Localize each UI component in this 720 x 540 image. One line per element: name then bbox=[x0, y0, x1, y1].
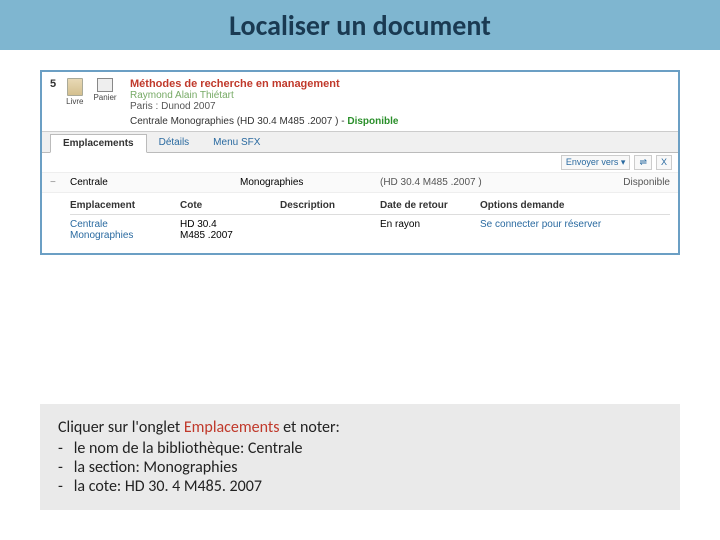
title-bar: Localiser un document bbox=[0, 0, 720, 50]
instruction-list: le nom de la bibliothèque: Centrale la s… bbox=[58, 439, 662, 496]
holdings-prefix: Centrale Monographies (HD 30.4 M485 .200… bbox=[130, 116, 347, 127]
instruction-line1: Cliquer sur l'onglet Emplacements et not… bbox=[58, 418, 662, 437]
cote-line1: HD 30.4 bbox=[180, 219, 217, 230]
emp-line1: Centrale bbox=[70, 219, 108, 230]
chevron-down-icon: ▾ bbox=[621, 157, 626, 167]
close-icon[interactable]: X bbox=[656, 155, 672, 170]
th-description: Description bbox=[280, 200, 380, 211]
td-date: En rayon bbox=[380, 219, 480, 241]
search-result-row: 5 Livre Panier Méthodes de recherche en … bbox=[42, 72, 678, 131]
send-row: Envoyer vers ▾ ⇌ X bbox=[42, 153, 678, 173]
loc-library: Centrale bbox=[70, 177, 240, 188]
instr-bullet-3: la cote: HD 30. 4 M485. 2007 bbox=[58, 477, 662, 496]
send-to-button[interactable]: Envoyer vers ▾ bbox=[561, 155, 631, 170]
emp-line2: Monographies bbox=[70, 230, 133, 241]
result-number: 5 bbox=[50, 78, 56, 90]
result-holdings: Centrale Monographies (HD 30.4 M485 .200… bbox=[130, 116, 670, 127]
cote-line2: M485 .2007 bbox=[180, 230, 233, 241]
result-title[interactable]: Méthodes de recherche en management bbox=[130, 78, 670, 90]
tabs-row: Emplacements Détails Menu SFX bbox=[42, 131, 678, 153]
table-row: Centrale Monographies HD 30.4 M485 .2007… bbox=[70, 215, 670, 245]
th-cote: Cote bbox=[180, 200, 280, 211]
result-left: 5 Livre Panier bbox=[50, 78, 130, 127]
instr-1c: et noter: bbox=[280, 418, 340, 437]
instr-keyword: Emplacements bbox=[184, 418, 280, 437]
catalog-screenshot: 5 Livre Panier Méthodes de recherche en … bbox=[40, 70, 680, 255]
instruction-box: Cliquer sur l'onglet Emplacements et not… bbox=[40, 404, 680, 510]
loc-callnumber: (HD 30.4 M485 .2007 ) bbox=[380, 177, 520, 188]
td-emplacement[interactable]: Centrale Monographies bbox=[70, 219, 180, 241]
instr-bullet-2: la section: Monographies bbox=[58, 458, 662, 477]
td-cote: HD 30.4 M485 .2007 bbox=[180, 219, 280, 241]
book-label: Livre bbox=[66, 97, 83, 106]
tab-details[interactable]: Détails bbox=[147, 134, 202, 151]
location-header: − Centrale Monographies (HD 30.4 M485 .2… bbox=[42, 173, 678, 193]
book-icon-col: Livre bbox=[66, 78, 83, 106]
th-date: Date de retour bbox=[380, 200, 480, 211]
td-description bbox=[280, 219, 380, 241]
cart-label: Panier bbox=[93, 93, 116, 102]
th-emplacement: Emplacement bbox=[70, 200, 180, 211]
availability-badge: Disponible bbox=[347, 116, 398, 127]
instr-1a: Cliquer sur l'onglet bbox=[58, 418, 184, 437]
book-icon bbox=[67, 78, 83, 96]
loc-section: Monographies bbox=[240, 177, 380, 188]
loc-status: Disponible bbox=[520, 177, 670, 188]
tab-emplacements[interactable]: Emplacements bbox=[50, 134, 147, 153]
result-publisher: Paris : Dunod 2007 bbox=[130, 101, 670, 112]
result-main: Méthodes de recherche en management Raym… bbox=[130, 78, 670, 127]
table-header-row: Emplacement Cote Description Date de ret… bbox=[70, 197, 670, 215]
send-label: Envoyer vers bbox=[566, 157, 619, 167]
cart-icon bbox=[97, 78, 113, 92]
td-options[interactable]: Se connecter pour réserver bbox=[480, 219, 670, 241]
result-author: Raymond Alain Thiétart bbox=[130, 90, 670, 101]
collapse-toggle[interactable]: − bbox=[50, 177, 70, 188]
instr-bullet-1: le nom de la bibliothèque: Centrale bbox=[58, 439, 662, 458]
th-options: Options demande bbox=[480, 200, 670, 211]
page-title: Localiser un document bbox=[229, 8, 491, 43]
cart-icon-col[interactable]: Panier bbox=[93, 78, 116, 102]
tab-menu-sfx[interactable]: Menu SFX bbox=[201, 134, 272, 151]
rss-icon[interactable]: ⇌ bbox=[634, 155, 652, 170]
location-table: Emplacement Cote Description Date de ret… bbox=[42, 193, 678, 253]
